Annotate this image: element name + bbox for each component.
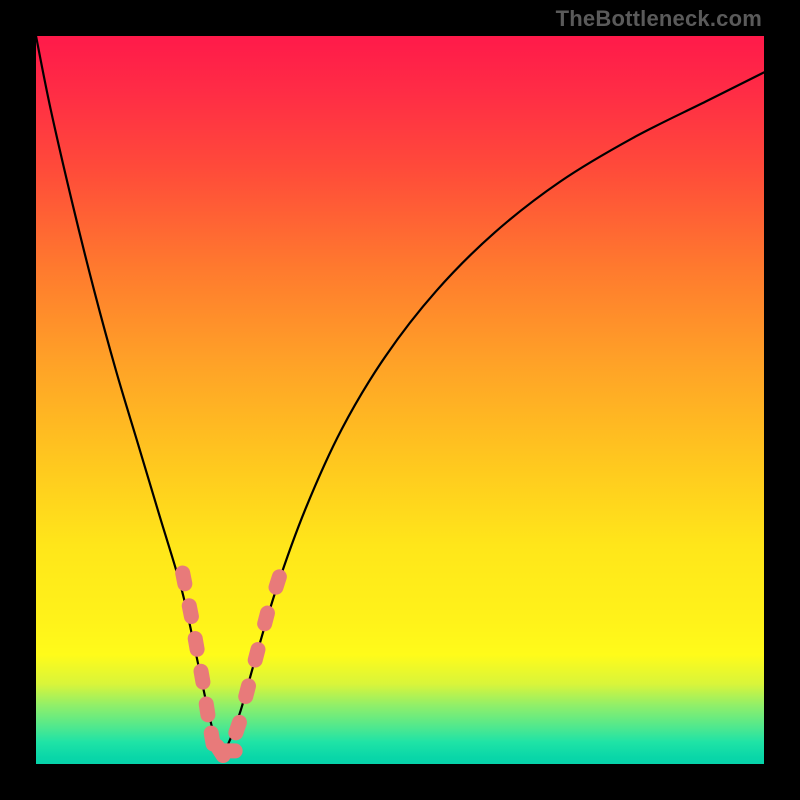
marker-pill <box>246 640 267 669</box>
plot-area <box>36 36 764 764</box>
bottleneck-curve <box>36 36 764 754</box>
marker-pill <box>192 663 211 691</box>
marker-pill <box>198 695 217 723</box>
highlighted-segment-markers <box>174 564 289 766</box>
marker-pill <box>237 677 258 706</box>
marker-pill <box>174 564 194 592</box>
marker-pill <box>217 743 243 758</box>
marker-pill <box>267 567 289 596</box>
marker-pill <box>180 597 200 625</box>
watermark-text: TheBottleneck.com <box>556 6 762 32</box>
marker-pill <box>187 630 206 658</box>
chart-frame: TheBottleneck.com <box>0 0 800 800</box>
marker-pill <box>256 604 277 633</box>
curve-layer <box>36 36 764 764</box>
